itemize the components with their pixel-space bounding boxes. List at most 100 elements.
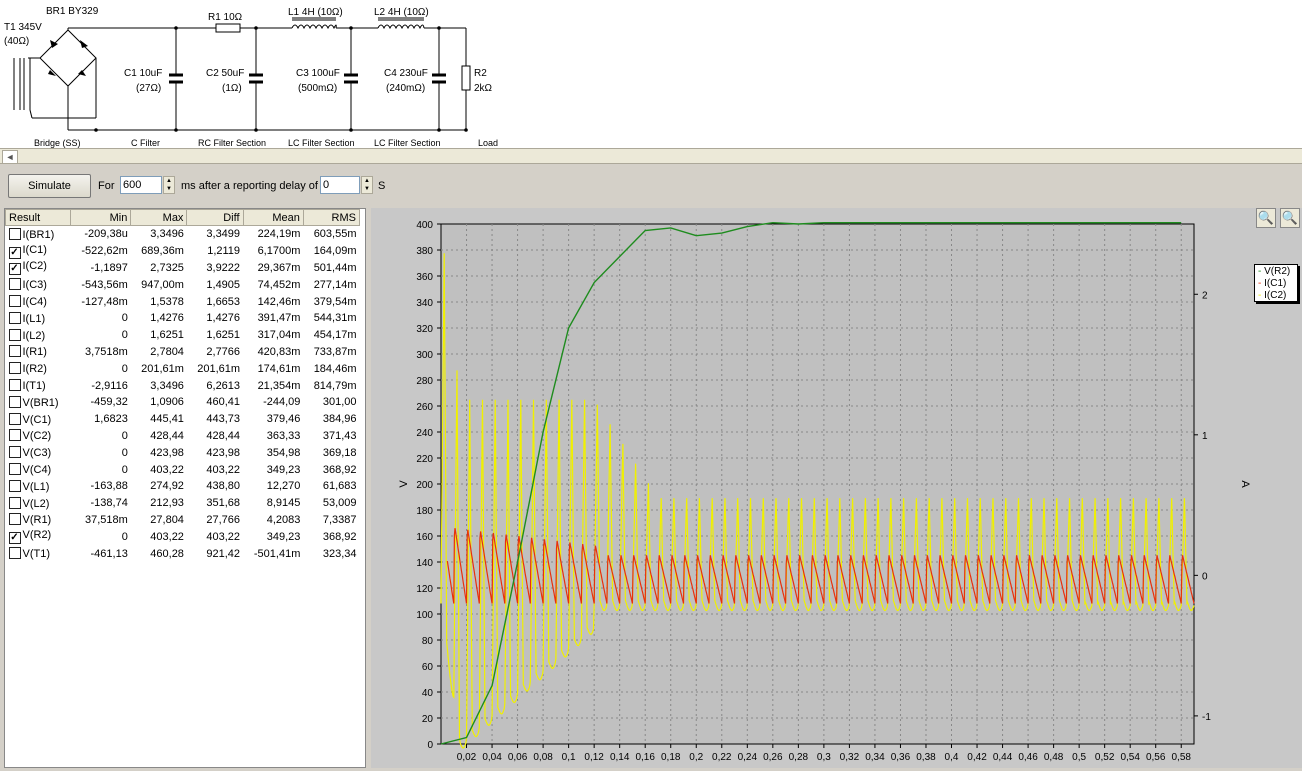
result-name-cell[interactable]: I(L2) <box>6 327 71 344</box>
column-header-result[interactable]: Result <box>5 209 71 226</box>
result-checkbox[interactable] <box>8 463 21 476</box>
table-row[interactable]: V(C2) 0 428,44 428,44 363,33 371,43 <box>6 428 360 445</box>
table-row[interactable]: V(C4) 0 403,22 403,22 349,23 368,92 <box>6 461 360 478</box>
result-max-cell: 27,804 <box>150 513 184 526</box>
result-name-cell[interactable]: V(T1) <box>6 545 71 562</box>
simulate-button[interactable]: Simulate <box>8 174 91 198</box>
result-name-cell[interactable]: V(L1) <box>6 478 71 495</box>
result-name-cell[interactable]: V(R1) <box>6 512 71 529</box>
column-header-rms[interactable]: RMS <box>302 209 361 226</box>
table-row[interactable]: V(L2) -138,74 212,93 351,68 8,9145 53,009 <box>6 495 360 512</box>
table-row[interactable]: I(R1) 3,7518m 2,7804 2,7766 420,83m 733,87m <box>6 344 360 361</box>
result-name-cell[interactable]: V(C2) <box>6 428 71 445</box>
duration-input[interactable]: 600 <box>120 176 162 194</box>
magnifier-plus-icon[interactable]: 🔍 <box>1256 208 1276 228</box>
result-name-cell[interactable]: V(BR1) <box>6 394 71 411</box>
result-mean-cell: 74,452m <box>257 278 301 291</box>
column-header-max[interactable]: Max <box>130 209 188 226</box>
table-row[interactable]: V(C3) 0 423,98 423,98 354,98 369,18 <box>6 444 360 461</box>
result-max-cell: 3,3496 <box>150 228 184 241</box>
results-table: Result Min Max Diff Mean RMS I(BR1) -209,… <box>5 209 361 562</box>
result-min-cell: 0 <box>121 312 128 325</box>
column-header-diff[interactable]: Diff <box>186 209 244 226</box>
table-row[interactable]: I(T1) -2,9116 3,3496 6,2613 21,354m 814,79m <box>6 377 360 394</box>
result-name-cell[interactable]: V(L2) <box>6 495 71 512</box>
result-mean-cell: 363,33 <box>266 429 301 442</box>
table-row[interactable]: V(BR1) -459,32 1,0906 460,41 -244,09 301,00 <box>6 394 360 411</box>
y-tick-label: 300 <box>416 350 433 361</box>
table-row[interactable]: ✓ V(R2) 0 403,22 403,22 349,23 368,92 <box>6 528 360 545</box>
result-rms-cell: 544,31m <box>313 312 357 325</box>
result-checkbox[interactable] <box>8 479 21 492</box>
result-checkbox[interactable] <box>8 496 21 509</box>
result-name-cell[interactable]: ✓ I(C1) <box>6 243 71 260</box>
result-diff-cell: 438,80 <box>206 480 241 493</box>
result-name-cell[interactable]: V(C3) <box>6 444 71 461</box>
result-checkbox[interactable] <box>8 328 21 341</box>
x-tick-label: 0,48 <box>1044 752 1064 763</box>
x-tick-label: 0,14 <box>610 752 630 763</box>
result-checkbox[interactable] <box>8 311 21 324</box>
result-max-cell: 201,61m <box>141 362 184 375</box>
horizontal-scrollbar[interactable]: ◄ <box>0 148 1302 164</box>
result-mean-cell: 29,367m <box>257 261 301 274</box>
result-name-cell[interactable]: I(R2) <box>6 360 71 377</box>
result-max-cell: 2,7325 <box>150 261 184 274</box>
result-checkbox[interactable] <box>8 295 21 308</box>
table-row[interactable]: I(C3) -543,56m 947,00m 1,4905 74,452m 277,14m <box>6 276 360 293</box>
x-tick-label: 0,54 <box>1120 752 1140 763</box>
duration-spinner[interactable]: ▲ ▼ <box>163 176 175 194</box>
table-row[interactable]: V(T1) -461,13 460,28 921,42 -501,41m 323,34 <box>6 545 360 562</box>
result-diff-cell: 460,41 <box>206 396 241 409</box>
section-label: LC Filter Section <box>374 138 441 148</box>
result-checkbox[interactable] <box>8 513 21 526</box>
result-checkbox[interactable]: ✓ <box>8 263 21 276</box>
result-name-cell[interactable]: I(C4) <box>6 293 71 310</box>
table-row[interactable]: ✓ I(C2) -1,1897 2,7325 3,9222 29,367m 501,44m <box>6 260 360 277</box>
result-name-cell[interactable]: ✓ I(C2) <box>6 260 71 277</box>
result-rms-cell: 379,54m <box>313 295 357 308</box>
x-tick-label: 0,58 <box>1172 752 1192 763</box>
result-checkbox[interactable] <box>8 412 21 425</box>
result-checkbox[interactable] <box>8 345 21 358</box>
result-checkbox[interactable] <box>8 429 21 442</box>
table-row[interactable]: I(L2) 0 1,6251 1,6251 317,04m 454,17m <box>6 327 360 344</box>
table-row[interactable]: V(C1) 1,6823 445,41 443,73 379,46 384,96 <box>6 411 360 428</box>
result-name-cell[interactable]: I(BR1) <box>6 226 71 243</box>
r2-resistance: 2kΩ <box>474 83 493 94</box>
result-checkbox[interactable] <box>8 362 21 375</box>
result-name-cell[interactable]: V(C4) <box>6 461 71 478</box>
y2-tick-label: -1 <box>1202 712 1211 723</box>
result-checkbox[interactable] <box>8 446 21 459</box>
table-row[interactable]: V(L1) -163,88 274,92 438,80 12,270 61,683 <box>6 478 360 495</box>
result-checkbox[interactable] <box>8 379 21 392</box>
table-row[interactable]: I(BR1) -209,38u 3,3496 3,3499 224,19m 603,55m <box>6 226 360 243</box>
magnifier-minus-icon[interactable]: 🔍 <box>1280 208 1300 228</box>
scroll-left-icon[interactable]: ◄ <box>2 150 18 164</box>
result-name-cell[interactable]: I(T1) <box>6 377 71 394</box>
result-name-cell[interactable]: I(R1) <box>6 344 71 361</box>
result-name-cell[interactable]: I(L1) <box>6 310 71 327</box>
table-row[interactable]: I(L1) 0 1,4276 1,4276 391,47m 544,31m <box>6 310 360 327</box>
result-checkbox[interactable] <box>8 547 21 560</box>
table-row[interactable]: I(C4) -127,48m 1,5378 1,6653 142,46m 379,54m <box>6 293 360 310</box>
delay-spinner[interactable]: ▲ ▼ <box>361 176 373 194</box>
result-name-cell[interactable]: V(C1) <box>6 411 71 428</box>
result-name-cell[interactable]: I(C3) <box>6 276 71 293</box>
result-checkbox[interactable]: ✓ <box>8 532 21 545</box>
result-checkbox[interactable] <box>8 395 21 408</box>
result-checkbox[interactable] <box>8 278 21 291</box>
result-name: V(C4) <box>22 464 52 477</box>
result-name: V(C1) <box>22 413 52 426</box>
result-max-cell: 689,36m <box>141 245 184 258</box>
table-row[interactable]: V(R1) 37,518m 27,804 27,766 4,2083 7,3387 <box>6 512 360 529</box>
result-checkbox[interactable] <box>8 227 21 240</box>
column-header-mean[interactable]: Mean <box>242 209 304 226</box>
table-row[interactable]: I(R2) 0 201,61m 201,61m 174,61m 184,46m <box>6 360 360 377</box>
result-max-cell: 460,28 <box>150 547 184 560</box>
result-name-cell[interactable]: ✓ V(R2) <box>6 528 71 545</box>
result-checkbox[interactable]: ✓ <box>8 246 21 259</box>
table-row[interactable]: ✓ I(C1) -522,62m 689,36m 1,2119 6,1700m 164,09… <box>6 243 360 260</box>
column-header-min[interactable]: Min <box>69 209 132 226</box>
delay-input[interactable]: 0 <box>320 176 360 194</box>
